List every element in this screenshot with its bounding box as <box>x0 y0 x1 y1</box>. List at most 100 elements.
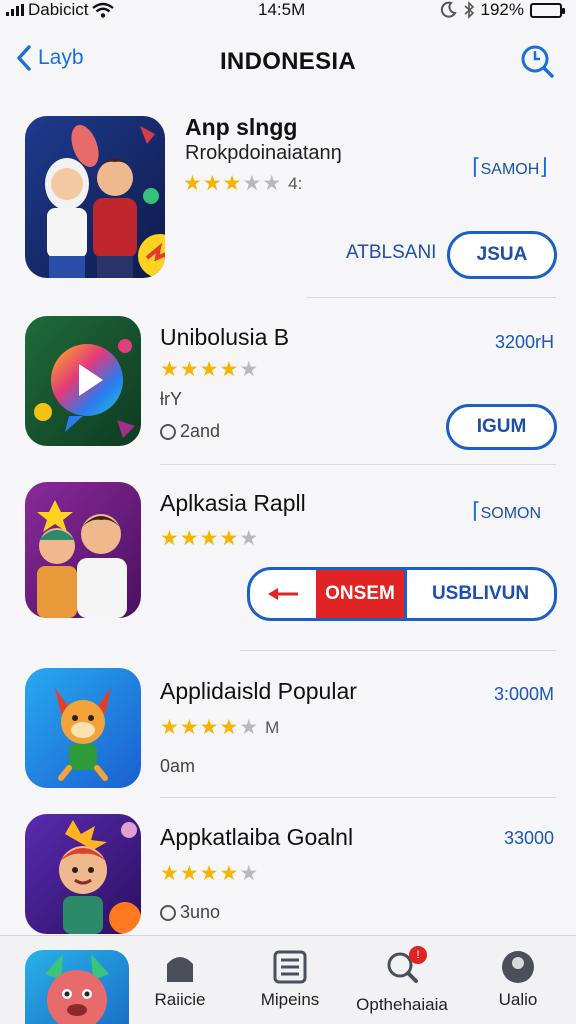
status-left: Dabicict <box>6 0 115 20</box>
divider <box>160 464 556 465</box>
price-label-2: 3200rH <box>494 332 554 352</box>
app-name-1: Anp slngg <box>185 114 298 140</box>
star-empty-icon: ★ <box>239 527 259 550</box>
star-filled-icon: ★ <box>219 358 239 381</box>
bracket-open-icon: ⌈ <box>472 498 481 523</box>
star-filled-icon: ★ <box>179 716 199 739</box>
rating-stars-3: ★ ★ ★ ★ ★ <box>160 526 258 551</box>
app-icon-4[interactable] <box>25 668 141 788</box>
tab-bar: Raiicie Mipeins ! Opthehaiaia Ualio <box>0 935 576 1024</box>
star-filled-icon: ★ <box>160 862 179 885</box>
star-empty-icon: ★ <box>239 358 259 381</box>
meta-label-5: 3uno <box>180 902 221 922</box>
tab-label-profile: Ualio <box>498 990 538 1009</box>
battery-percent: 192% <box>480 0 524 19</box>
app-name-2: Unibolusia B <box>160 324 290 350</box>
star-filled-icon: ★ <box>219 862 239 885</box>
bracket-open-icon: ⌈ <box>472 154 481 179</box>
app-name-3: Aplkasia Rapll <box>160 490 306 516</box>
rating-stars-4: ★ ★ ★ ★ ★ M <box>160 715 279 740</box>
star-filled-icon: ★ <box>222 172 242 195</box>
tab-label-search: Opthehaiaia <box>356 995 448 1014</box>
meta-label-2b: 2and <box>180 421 221 441</box>
app-subtitle-1: Rrokpdoinaiatanŋ <box>185 142 342 164</box>
app-meta-2a: ƚrY <box>160 389 182 410</box>
star-filled-icon: ★ <box>199 358 219 381</box>
action-right-3[interactable]: USBLIVUN <box>404 570 554 618</box>
tag-button-1[interactable]: ⌈SAMOH⌋ <box>472 154 548 180</box>
tag-label-1: SAMOH <box>480 161 540 178</box>
status-bar: Dabicict 14:5M 192% <box>0 0 576 22</box>
star-empty-icon: ★ <box>262 172 282 195</box>
tab-home[interactable]: Raiicie <box>146 950 214 1010</box>
list-icon <box>273 950 307 984</box>
star-filled-icon: ★ <box>160 716 179 739</box>
circle-icon <box>160 904 176 921</box>
divider <box>160 797 556 798</box>
bracket-close-icon: ⌋ <box>539 154 548 179</box>
tag-label-3: SOMON <box>480 505 542 522</box>
tab-label-list: Mipeins <box>260 990 320 1009</box>
app-icon-2[interactable] <box>25 316 141 446</box>
tab-list[interactable]: Mipeins <box>252 950 328 1010</box>
secondary-label-1[interactable]: ATBLSANI <box>346 242 436 264</box>
profile-icon <box>502 951 534 983</box>
nav-bar: Layb INDONESIA <box>0 38 576 86</box>
star-filled-icon: ★ <box>199 527 219 550</box>
status-right: 192% <box>439 0 565 20</box>
tab-label-home: Raiicie <box>154 990 206 1009</box>
tab-search[interactable]: ! Opthehaiaia <box>354 946 450 1015</box>
star-filled-icon: ★ <box>179 527 199 550</box>
home-icon <box>167 957 193 982</box>
app-name-4: Applidaisld Popular <box>160 678 357 704</box>
action-left-3[interactable]: ONSEM <box>316 570 404 618</box>
star-filled-icon: ★ <box>179 862 199 885</box>
split-action-button-3[interactable]: ONSEM USBLIVUN <box>247 567 557 621</box>
star-empty-icon: ★ <box>242 172 262 195</box>
featured-app-icon[interactable] <box>25 950 129 1024</box>
action-button-2[interactable]: IGUM <box>446 404 557 450</box>
rating-extra-label: M <box>265 717 280 737</box>
star-filled-icon: ★ <box>179 358 199 381</box>
rating-extra-label: 4: <box>288 173 303 193</box>
app-name-5: Appkatlaiba Goalnl <box>160 824 354 850</box>
divider <box>240 650 556 651</box>
search-icon[interactable] <box>518 42 556 80</box>
app-icon-1[interactable] <box>25 116 165 278</box>
app-icon-3[interactable] <box>25 482 141 618</box>
star-filled-icon: ★ <box>160 527 179 550</box>
tag-button-3[interactable]: ⌈SOMON <box>472 498 541 524</box>
star-empty-icon: ★ <box>239 862 259 885</box>
rating-stars-2: ★ ★ ★ ★ ★ <box>160 357 258 382</box>
status-time: 14:5M <box>258 0 306 19</box>
bluetooth-icon <box>463 1 474 19</box>
action-button-1[interactable]: JSUA <box>447 231 557 279</box>
arrow-icon <box>250 570 316 618</box>
signal-icon <box>6 4 24 16</box>
circle-icon <box>160 423 176 440</box>
search-tab-icon-wrap: ! <box>385 946 427 990</box>
moon-icon <box>440 1 457 18</box>
wifi-icon <box>92 2 115 18</box>
star-filled-icon: ★ <box>202 172 222 195</box>
meta-label-4: 0am <box>160 756 196 776</box>
rating-stars-1: ★ ★ ★ ★ ★ 4: <box>183 171 302 196</box>
star-filled-icon: ★ <box>183 172 202 195</box>
star-filled-icon: ★ <box>160 358 179 381</box>
app-meta-4: 0am <box>160 756 195 777</box>
star-filled-icon: ★ <box>219 527 239 550</box>
rating-stars-5: ★ ★ ★ ★ ★ <box>160 861 258 886</box>
tab-profile[interactable]: Ualio <box>486 950 550 1010</box>
notification-badge: ! <box>409 946 427 964</box>
app-meta-2b: 2and <box>160 421 220 442</box>
app-meta-5: 3uno <box>160 902 220 923</box>
star-filled-icon: ★ <box>199 716 219 739</box>
price-label-4: 3:000M <box>493 684 554 704</box>
carrier-label: Dabicict <box>28 0 89 19</box>
star-filled-icon: ★ <box>219 716 239 739</box>
divider <box>306 297 556 298</box>
meta-label-2a: ƚrY <box>160 389 182 409</box>
page-title: INDONESIA <box>219 48 357 75</box>
app-icon-5[interactable] <box>25 814 141 934</box>
battery-icon <box>530 2 565 18</box>
